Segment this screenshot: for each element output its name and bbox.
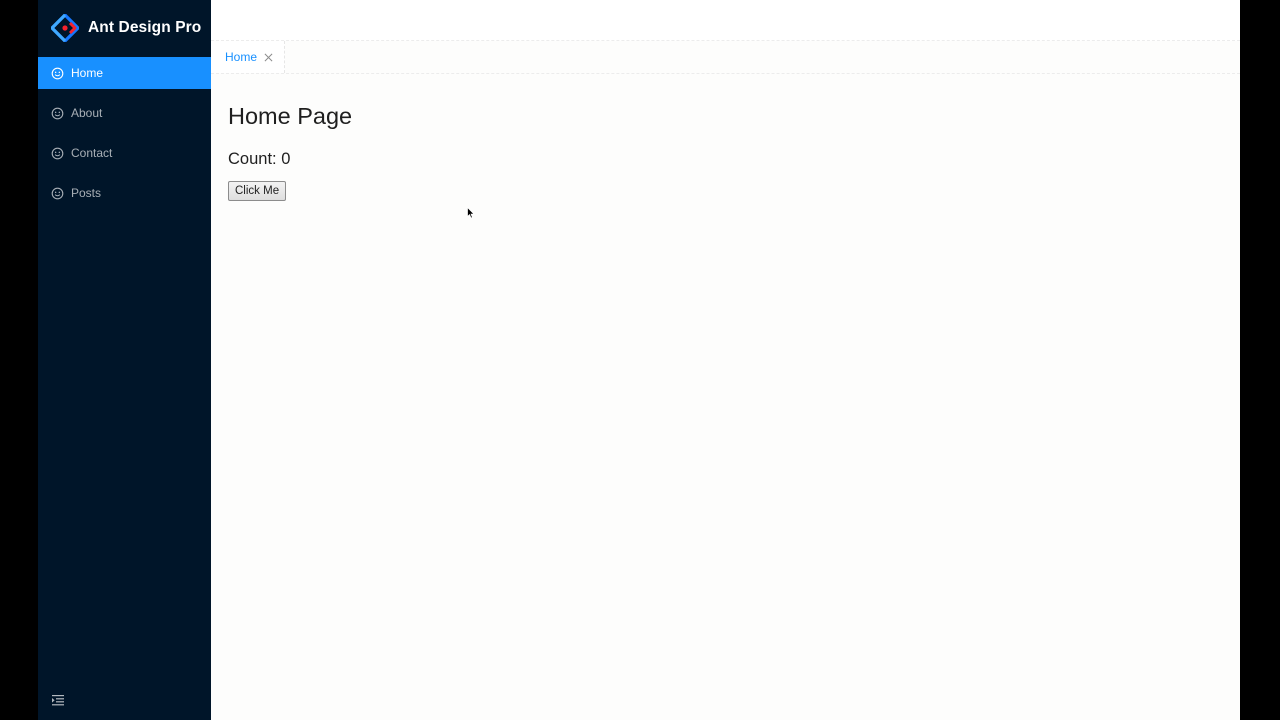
count-value: 0 xyxy=(281,150,291,168)
ant-design-logo-icon xyxy=(51,14,79,42)
tab-home[interactable]: Home xyxy=(211,41,286,73)
smile-icon xyxy=(51,67,64,79)
tab-label: Home xyxy=(225,50,258,64)
tab-bar: Home xyxy=(211,41,1240,74)
sidebar-item-label: Home xyxy=(71,66,104,80)
smile-icon xyxy=(51,107,64,119)
page-title: Home Page xyxy=(228,103,353,129)
logo[interactable]: Ant Design Pro xyxy=(38,0,211,56)
sidebar-item-label: Posts xyxy=(71,186,102,200)
sidebar-item-home[interactable]: Home xyxy=(38,57,211,89)
main-area: Home Home Page Count: 0 Click Me xyxy=(211,0,1240,720)
smile-icon xyxy=(51,147,64,159)
menu-fold-icon[interactable] xyxy=(51,693,65,707)
click-me-button[interactable]: Click Me xyxy=(228,181,287,201)
sidebar-item-label: Contact xyxy=(71,146,113,160)
sidebar-item-posts[interactable]: Posts xyxy=(38,177,211,209)
sidebar-item-contact[interactable]: Contact xyxy=(38,137,211,169)
close-icon[interactable] xyxy=(264,53,273,62)
sidebar-item-label: About xyxy=(71,106,103,120)
app-frame: Ant Design Pro Home About Contact Posts … xyxy=(38,0,1240,720)
top-header xyxy=(211,0,1240,41)
count-display: Count: 0 xyxy=(228,150,1223,169)
sidebar: Ant Design Pro Home About Contact Posts xyxy=(38,0,211,720)
count-label: Count: xyxy=(228,150,277,168)
app-title: Ant Design Pro xyxy=(88,19,202,36)
page-content: Home Page Count: 0 Click Me xyxy=(211,74,1240,230)
sidebar-menu: Home About Contact Posts xyxy=(38,57,211,209)
sidebar-item-about[interactable]: About xyxy=(38,97,211,129)
smile-icon xyxy=(51,187,64,199)
mouse-cursor-icon xyxy=(467,207,475,219)
